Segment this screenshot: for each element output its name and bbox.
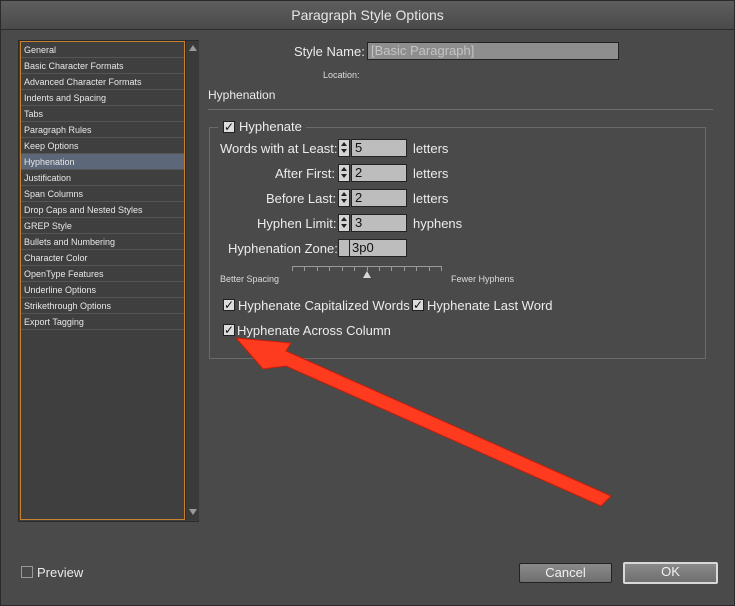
- paragraph-style-options-dialog: Paragraph Style Options General Basic Cha…: [0, 0, 735, 606]
- annotation-arrow: [234, 337, 612, 507]
- annotation-arrow-shape: [234, 337, 612, 507]
